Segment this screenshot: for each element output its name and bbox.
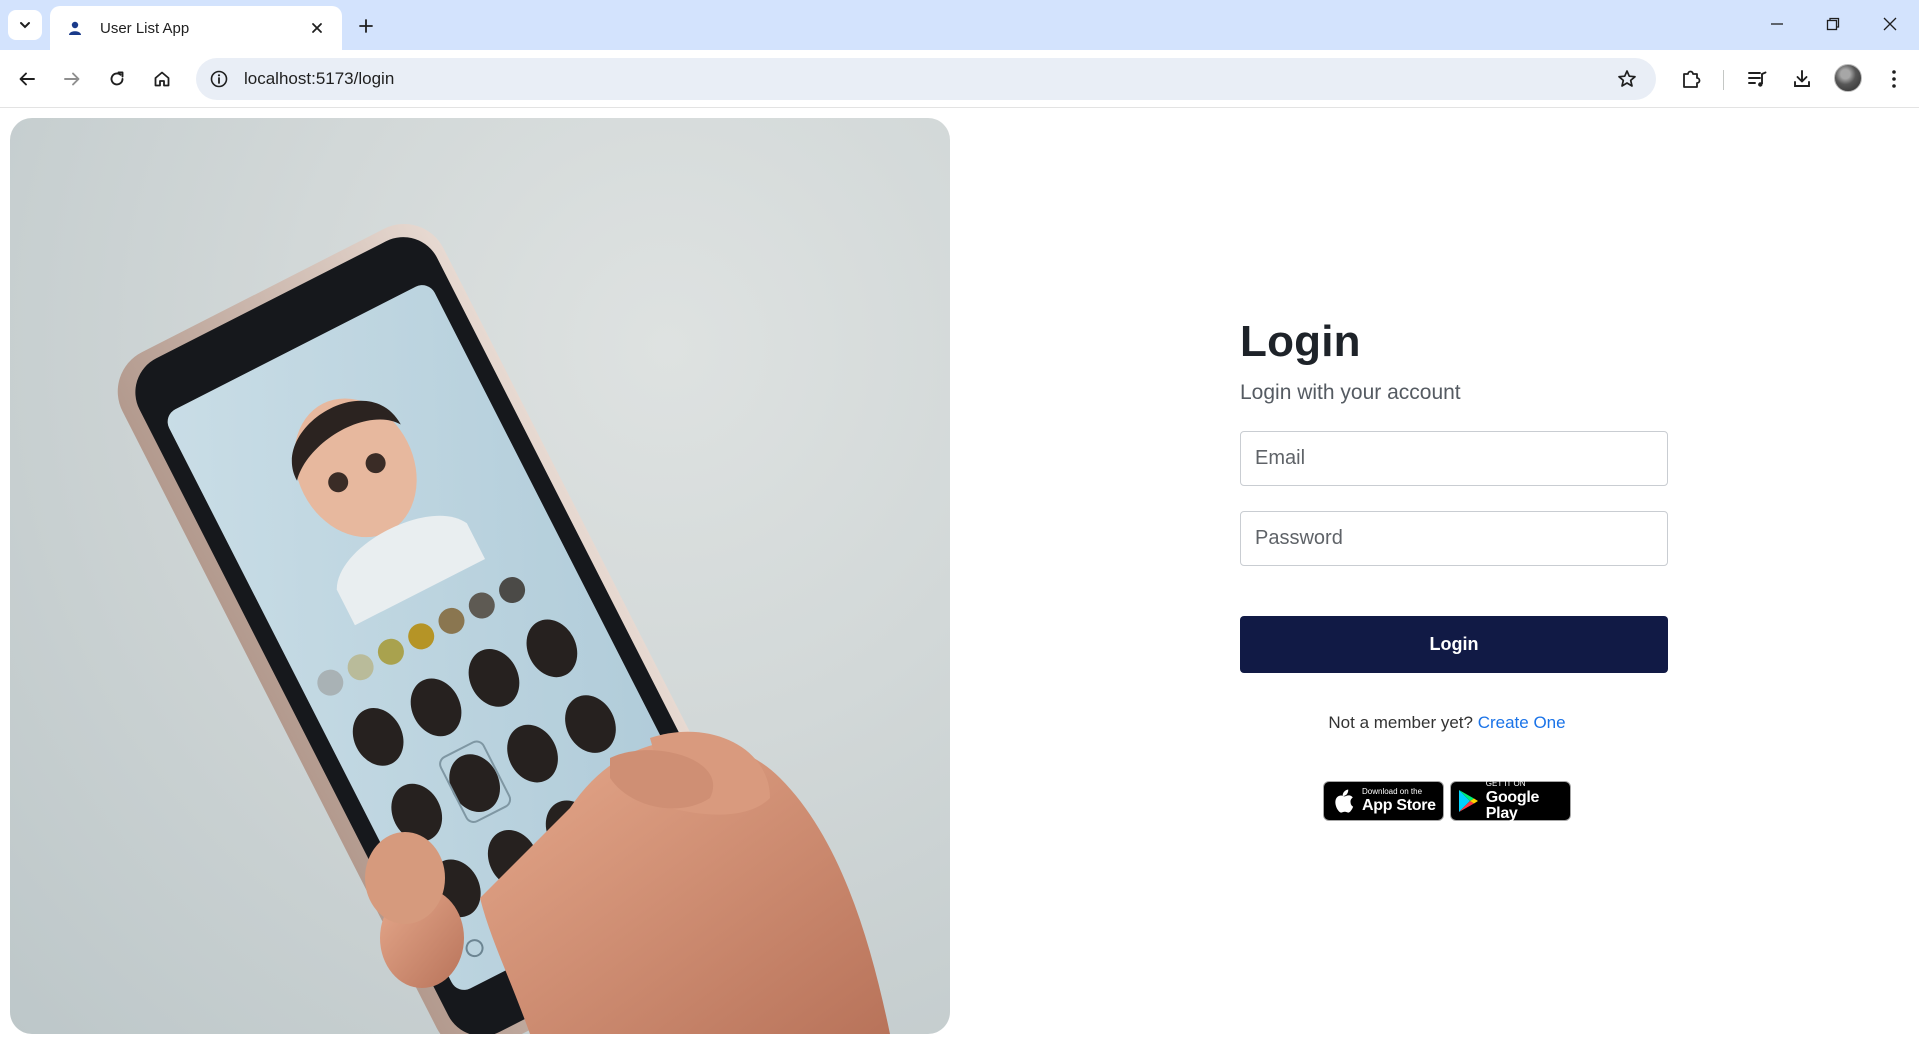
plus-icon (359, 19, 373, 33)
arrow-right-icon (64, 72, 80, 86)
app-store-small: Download on the (1362, 787, 1423, 796)
email-field[interactable] (1240, 431, 1668, 486)
playlist-icon (1748, 71, 1767, 87)
browser-toolbar: localhost:5173/login (0, 50, 1919, 108)
minimize-icon (1771, 23, 1783, 25)
site-info-icon[interactable] (206, 66, 232, 92)
user-favicon-icon (64, 17, 86, 39)
restore-icon (1826, 17, 1840, 31)
more-vertical-icon (1892, 70, 1896, 88)
arrow-left-icon (19, 72, 35, 86)
toolbar-divider (1723, 70, 1724, 90)
puzzle-icon (1683, 70, 1701, 88)
store-badges: Download on the App Store GET IT ON Goog… (1240, 780, 1668, 822)
home-icon (154, 71, 170, 87)
password-field[interactable] (1240, 511, 1668, 566)
browser-tabstrip: User List App (0, 0, 1919, 50)
back-button[interactable] (10, 62, 44, 96)
address-bar[interactable]: localhost:5173/login (196, 58, 1656, 100)
bookmark-star-icon[interactable] (1612, 64, 1642, 94)
tab-title: User List App (100, 19, 190, 37)
close-window-button[interactable] (1870, 8, 1910, 40)
download-icon (1794, 70, 1810, 87)
media-control-button[interactable] (1740, 62, 1774, 96)
forward-button[interactable] (55, 62, 89, 96)
page-title: Login (1240, 317, 1361, 366)
reload-icon (110, 71, 124, 86)
hand-holding-phone-illustration (117, 223, 890, 1034)
url-text[interactable]: localhost:5173/login (244, 69, 1612, 89)
reload-button[interactable] (100, 62, 134, 96)
profile-avatar[interactable] (1834, 64, 1862, 92)
minimize-button[interactable] (1757, 8, 1797, 40)
tab-search-button[interactable] (8, 10, 42, 40)
tab-close-icon[interactable] (306, 17, 328, 39)
member-prompt-text: Not a member yet? (1328, 713, 1473, 732)
extensions-button[interactable] (1674, 62, 1708, 96)
chevron-down-icon (20, 22, 30, 29)
downloads-button[interactable] (1785, 62, 1819, 96)
app-store-badge[interactable]: Download on the App Store (1323, 781, 1444, 821)
hero-image (10, 118, 950, 1034)
browser-menu-button[interactable] (1877, 62, 1911, 96)
login-page: Login Login with your account Login Not … (0, 109, 1919, 1041)
page-subtitle: Login with your account (1240, 381, 1461, 404)
google-play-big: Google Play (1485, 789, 1540, 822)
app-store-big: App Store (1362, 797, 1436, 814)
google-play-small: GET IT ON (1485, 779, 1526, 788)
new-tab-button[interactable] (352, 12, 380, 40)
close-icon (1883, 17, 1897, 31)
google-play-text: GET IT ON Google Play (1486, 780, 1564, 822)
home-button[interactable] (145, 62, 179, 96)
apple-icon (1330, 788, 1356, 814)
browser-tab-active[interactable]: User List App (50, 6, 342, 50)
google-play-badge[interactable]: GET IT ON Google Play (1450, 780, 1571, 822)
create-account-link[interactable]: Create One (1478, 713, 1566, 732)
google-play-icon (1457, 788, 1480, 814)
restore-button[interactable] (1813, 8, 1853, 40)
app-store-text: Download on the App Store (1362, 788, 1436, 814)
login-button[interactable]: Login (1240, 616, 1668, 673)
signup-prompt: Not a member yet? Create One (1240, 713, 1668, 733)
login-panel: Login Login with your account Login Not … (1240, 317, 1668, 822)
